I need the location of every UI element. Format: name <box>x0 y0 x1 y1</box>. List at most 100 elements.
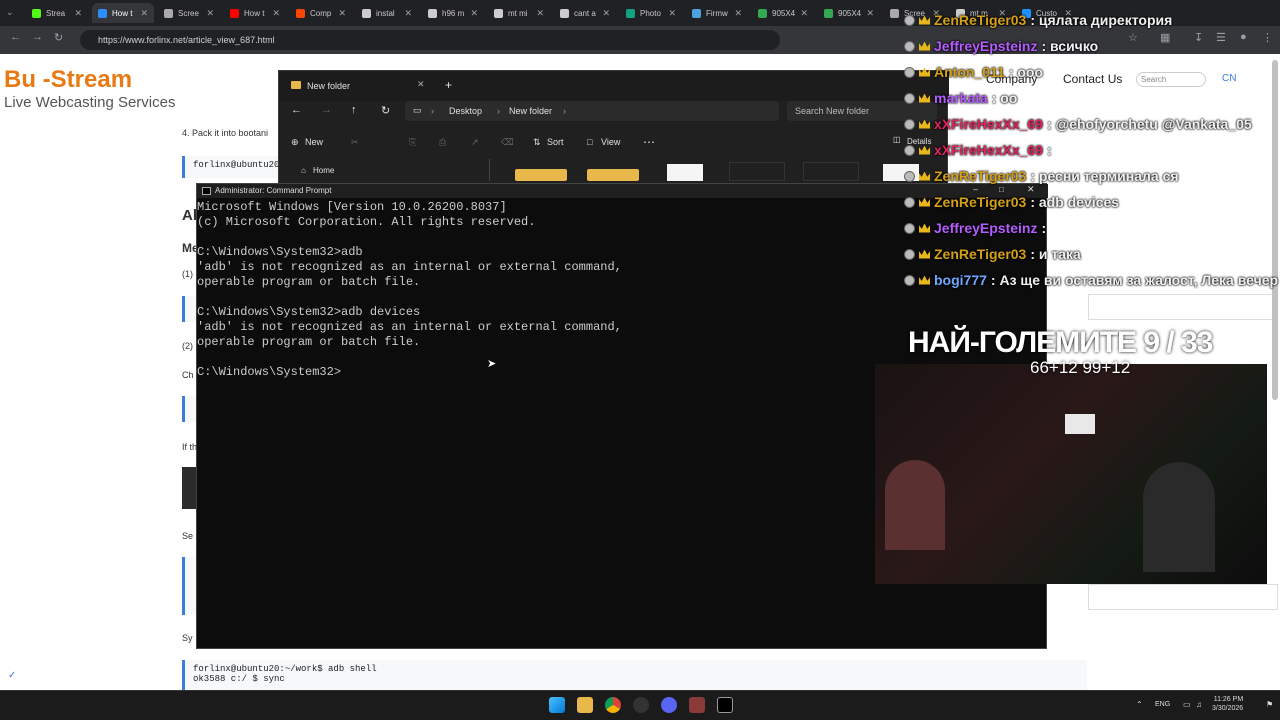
more-options-icon[interactable]: ⋯ <box>643 135 655 149</box>
tab-favicon-icon <box>428 8 437 18</box>
crown-icon <box>919 249 930 259</box>
download-icon[interactable]: ↧ <box>1194 31 1203 44</box>
network-icon[interactable]: ▭ <box>1183 700 1191 709</box>
tab-search-icon[interactable]: ☰ <box>1216 31 1226 44</box>
breadcrumb-new-folder[interactable]: New folder <box>509 106 552 116</box>
tab-close-icon[interactable]: ✕ <box>734 8 742 19</box>
folder-item[interactable] <box>587 169 639 181</box>
browser-tab[interactable]: Scree ✕ <box>158 3 220 23</box>
new-button[interactable]: New <box>305 137 323 147</box>
chat-message: JeffreyEpsteinz: всичко <box>904 35 1098 57</box>
chat-message: xXFireHexXx_69: <box>904 139 1052 161</box>
tab-favicon-icon <box>560 8 569 18</box>
crown-icon <box>919 15 930 25</box>
file-item[interactable] <box>729 162 785 181</box>
chat-text: : Аз ще ви оставям за жалост, Лека вечер <box>990 272 1279 288</box>
tab-close-icon[interactable]: ✕ <box>404 8 412 19</box>
code-block: forlinx@ubuntu20 <box>182 156 282 178</box>
back-icon[interactable]: ← <box>10 31 21 43</box>
tab-favicon-icon <box>626 8 635 18</box>
browser-tab[interactable]: mt mi ✕ <box>488 3 550 23</box>
tab-close-icon[interactable]: ✕ <box>206 8 214 19</box>
tab-close-icon[interactable]: ✕ <box>140 8 148 19</box>
notification-bell-icon[interactable]: ⚑ <box>1266 700 1273 709</box>
chrome-taskbar-icon[interactable] <box>605 697 621 713</box>
tab-close-icon[interactable]: ✕ <box>668 8 676 19</box>
volume-icon[interactable]: ♫ <box>1196 700 1202 709</box>
browser-tab[interactable]: How t ✕ <box>92 3 154 23</box>
tab-close-icon[interactable]: ✕ <box>602 8 610 19</box>
tab-close-icon[interactable]: ✕ <box>338 8 346 19</box>
security-badge-icon[interactable]: ✓ <box>8 670 16 681</box>
paragraph-text: Ch <box>182 370 194 380</box>
browser-tab[interactable]: h96 m ✕ <box>422 3 484 23</box>
profile-avatar[interactable]: ● <box>1240 31 1247 43</box>
console-line: C:\Windows\System32>adb devices <box>197 305 421 319</box>
input-language[interactable]: ENG <box>1155 701 1170 708</box>
tab-close-icon[interactable]: ✕ <box>272 8 280 19</box>
start-button-windows-icon[interactable] <box>549 697 565 713</box>
chat-text: : всичко <box>1041 38 1099 54</box>
browser-tab[interactable]: Strea ✕ <box>26 3 88 23</box>
obs-taskbar-icon[interactable] <box>633 697 649 713</box>
tab-label: How t <box>112 8 133 18</box>
winrar-taskbar-icon[interactable] <box>689 697 705 713</box>
tab-close-icon[interactable]: ✕ <box>74 8 82 19</box>
extensions-icon[interactable]: ▦ <box>1160 31 1170 44</box>
forward-icon[interactable]: → <box>32 31 43 43</box>
file-item[interactable] <box>803 162 859 181</box>
browser-tab[interactable]: 905X4 ✕ <box>818 3 880 23</box>
tab-close-icon[interactable]: ✕ <box>800 8 808 19</box>
explorer-tab-title[interactable]: New folder <box>307 81 350 91</box>
close-tab-icon[interactable]: ✕ <box>417 79 425 90</box>
chat-message: markata: оо <box>904 87 1017 109</box>
browser-tab[interactable]: 905X4 ✕ <box>752 3 814 23</box>
forward-icon: → <box>321 104 332 116</box>
page-scrollbar[interactable] <box>1272 60 1278 400</box>
nav-contact-us[interactable]: Contact Us <box>1063 72 1122 86</box>
stream-overlay-title: НАЙ-ГОЛЕМИТЕ 9 / 33 <box>908 326 1213 359</box>
sort-button[interactable]: Sort <box>547 137 564 147</box>
reload-icon[interactable]: ↻ <box>54 31 63 44</box>
file-item[interactable] <box>667 164 703 181</box>
site-logo[interactable]: Bu -Stream <box>4 66 132 94</box>
pane-divider <box>489 159 490 181</box>
browser-tab[interactable]: Comp ✕ <box>290 3 352 23</box>
tab-close-icon[interactable]: ✕ <box>866 8 874 19</box>
tab-list-chevron-icon[interactable]: ⌄ <box>6 7 14 18</box>
language-switch[interactable]: CN <box>1222 73 1236 84</box>
browser-tab[interactable]: cant a ✕ <box>554 3 616 23</box>
tab-close-icon[interactable]: ✕ <box>470 8 478 19</box>
file-explorer-taskbar-icon[interactable] <box>577 697 593 713</box>
user-badge-icon <box>904 118 915 130</box>
nav-pane-home[interactable]: Home <box>313 166 334 175</box>
site-search-input[interactable]: Search <box>1136 72 1206 87</box>
menu-icon[interactable]: ⋮ <box>1262 31 1273 44</box>
browser-tab[interactable]: How t ✕ <box>224 3 286 23</box>
url-field[interactable]: https://www.forlinx.net/article_view_687… <box>80 30 780 50</box>
up-icon[interactable]: ↑ <box>351 104 357 116</box>
breadcrumb[interactable]: ▭ › Desktop › New folder › <box>405 101 779 121</box>
tab-favicon-icon <box>890 8 899 18</box>
browser-tab[interactable]: Photo ✕ <box>620 3 682 23</box>
system-clock[interactable]: 11:26 PM 3/30/2026 <box>1212 695 1243 713</box>
bookmark-star-icon[interactable]: ☆ <box>1128 31 1138 44</box>
back-icon[interactable]: ← <box>291 104 302 116</box>
view-button[interactable]: View <box>601 137 620 147</box>
browser-tab[interactable]: Firmw ✕ <box>686 3 748 23</box>
breadcrumb-desktop[interactable]: Desktop <box>449 106 482 116</box>
crown-icon <box>919 67 930 77</box>
tab-close-icon[interactable]: ✕ <box>536 8 544 19</box>
folder-item[interactable] <box>515 169 567 181</box>
discord-taskbar-icon[interactable] <box>661 697 677 713</box>
refresh-icon[interactable]: ↻ <box>381 104 390 117</box>
chat-text: : и така <box>1030 246 1081 262</box>
terminal-taskbar-icon[interactable] <box>717 697 733 713</box>
page-box <box>1088 294 1278 320</box>
chevron-up-icon[interactable]: ⌃ <box>1136 700 1143 709</box>
search-placeholder: Search New folder <box>795 106 870 116</box>
new-tab-icon[interactable]: + <box>445 78 452 92</box>
browser-tab[interactable]: instal ✕ <box>356 3 418 23</box>
chat-message: Anton_011: ооо <box>904 61 1043 83</box>
user-badge-icon <box>904 14 915 26</box>
